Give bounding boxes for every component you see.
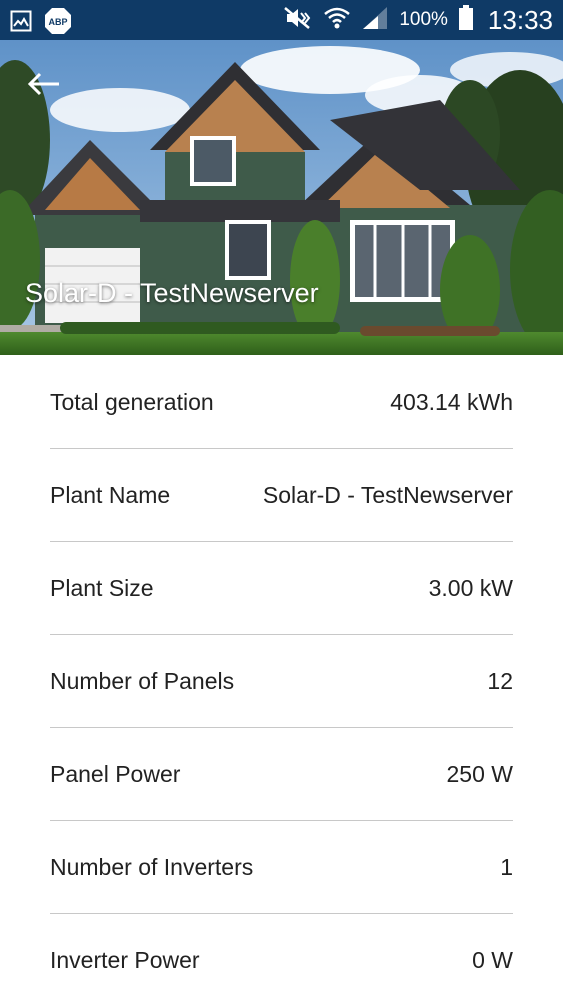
image-notification-icon xyxy=(10,10,32,36)
detail-value: 1 xyxy=(500,853,513,880)
status-bar: ABP 100% 13:33 xyxy=(0,0,563,40)
detail-label: Plant Size xyxy=(50,574,154,601)
adblock-label: ABP xyxy=(48,17,67,27)
status-bar-left: ABP xyxy=(10,7,72,39)
detail-value: 12 xyxy=(487,667,513,694)
arrow-left-icon xyxy=(27,72,59,96)
detail-value: 3.00 kW xyxy=(428,574,513,601)
battery-icon xyxy=(458,5,474,35)
detail-label: Plant Name xyxy=(50,481,171,508)
status-clock: 13:33 xyxy=(487,4,553,35)
detail-row-plant-name: Plant Name Solar-D - TestNewserver xyxy=(50,449,513,542)
back-button[interactable] xyxy=(24,66,64,102)
signal-icon xyxy=(361,5,389,35)
detail-row-total-generation: Total generation 403.14 kWh xyxy=(50,356,513,449)
detail-label: Total generation xyxy=(50,388,214,415)
detail-value: 250 W xyxy=(446,760,513,787)
status-bar-right: 100% 13:33 xyxy=(283,0,553,40)
plant-details-list: Total generation 403.14 kWh Plant Name S… xyxy=(50,356,513,1007)
detail-value: Solar-D - TestNewserver xyxy=(262,481,513,508)
detail-label: Number of Panels xyxy=(50,667,235,694)
detail-label: Inverter Power xyxy=(50,947,200,973)
plant-title: Solar-D - TestNewserver xyxy=(25,278,319,308)
battery-percent: 100% xyxy=(399,9,448,30)
plant-header-image: Solar-D - TestNewserver xyxy=(0,40,563,355)
mute-icon xyxy=(283,6,313,34)
wifi-icon xyxy=(323,5,351,35)
adblock-icon: ABP xyxy=(44,7,72,39)
detail-row-number-of-panels: Number of Panels 12 xyxy=(50,635,513,728)
detail-value: 403.14 kWh xyxy=(390,388,513,415)
detail-row-plant-size: Plant Size 3.00 kW xyxy=(50,542,513,635)
detail-label: Number of Inverters xyxy=(50,853,254,880)
detail-label: Panel Power xyxy=(50,760,181,787)
detail-value: 0 W xyxy=(472,947,513,973)
detail-row-inverter-power: Inverter Power 0 W xyxy=(50,914,513,1007)
detail-row-number-of-inverters: Number of Inverters 1 xyxy=(50,821,513,914)
detail-row-panel-power: Panel Power 250 W xyxy=(50,728,513,821)
